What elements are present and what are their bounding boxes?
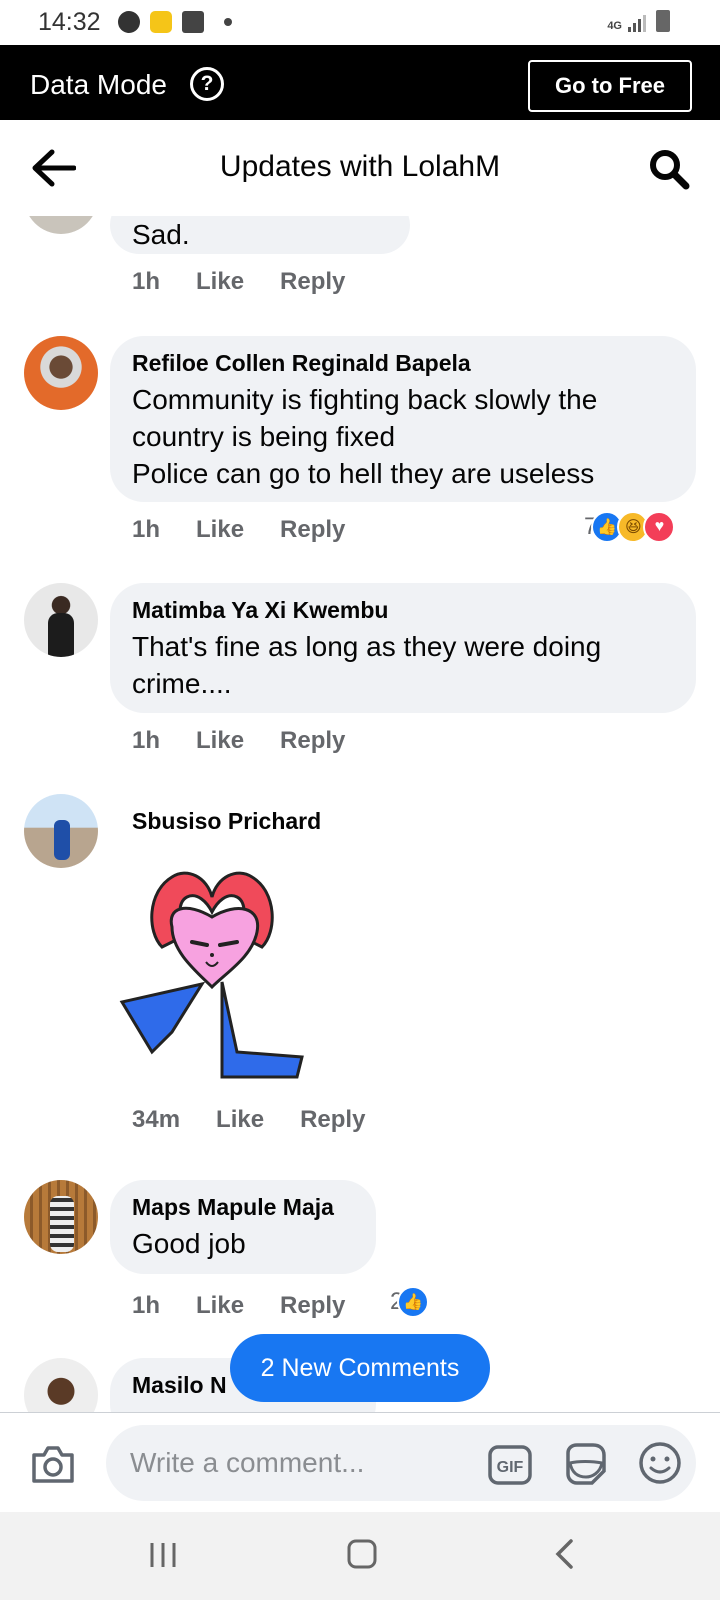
like-icon: 👍 xyxy=(397,1286,430,1318)
system-nav-bar xyxy=(0,1512,720,1600)
data-mode-title: Data Mode xyxy=(30,69,167,100)
comment-author[interactable]: Matimba Ya Xi Kwembu xyxy=(132,597,674,624)
data-mode-bar: Data Mode ? Go to Free xyxy=(0,45,720,120)
comment-author[interactable]: Sbusiso Prichard xyxy=(132,808,321,835)
avatar[interactable] xyxy=(24,216,98,234)
comment-actions: 34m Like Reply xyxy=(132,1106,365,1134)
page-title: Updates with LolahM xyxy=(219,150,501,183)
gif-icon[interactable]: GIF xyxy=(488,1445,532,1485)
notification-icons xyxy=(118,11,232,33)
avatar[interactable] xyxy=(24,1180,98,1254)
reply-button[interactable]: Reply xyxy=(280,516,345,544)
like-button[interactable]: Like xyxy=(196,727,244,755)
comment-author[interactable]: Maps Mapule Maja xyxy=(132,1194,354,1221)
comment-author[interactable]: Refiloe Collen Reginald Bapela xyxy=(132,350,674,377)
comment-time: 1h xyxy=(132,268,161,295)
like-button[interactable]: Like xyxy=(196,1292,244,1320)
reply-button[interactable]: Reply xyxy=(300,1106,365,1134)
comment-text: That's fine as long as they were doing c… xyxy=(132,631,602,699)
reply-button[interactable]: Reply xyxy=(280,1292,345,1320)
camera-icon[interactable] xyxy=(30,1443,76,1485)
comment-actions: 1h Like Reply xyxy=(132,1292,345,1320)
signal-icon xyxy=(628,12,646,32)
avatar[interactable] xyxy=(24,336,98,410)
comment-bubble: Sad. xyxy=(110,216,410,254)
home-icon[interactable] xyxy=(346,1538,378,1570)
app-notification-icon xyxy=(118,11,140,33)
comment-time: 1h xyxy=(132,516,161,543)
status-bar: 14:32 4G xyxy=(0,0,720,45)
nav-back-icon[interactable] xyxy=(553,1538,577,1570)
gif-label: GIF xyxy=(497,1459,524,1476)
comment-bubble: Maps Mapule Maja Good job xyxy=(110,1180,376,1274)
status-time: 14:32 xyxy=(38,8,101,36)
help-icon[interactable]: ? xyxy=(190,67,224,101)
comment-time: 1h xyxy=(132,1292,161,1319)
avatar[interactable] xyxy=(24,794,98,868)
more-notifications-icon xyxy=(224,18,232,26)
sticker-icon[interactable] xyxy=(562,1441,608,1487)
comment-bubble: Matimba Ya Xi Kwembu That's fine as long… xyxy=(110,583,696,713)
page-header: Updates with LolahM xyxy=(0,120,720,216)
comment-text: Community is fighting back slowly the co… xyxy=(132,384,598,489)
search-icon[interactable] xyxy=(648,148,690,190)
reaction-summary[interactable]: 2 👍 xyxy=(390,1286,430,1318)
reply-button[interactable]: Reply xyxy=(280,268,345,296)
app-notification-icon xyxy=(150,11,172,33)
comment-composer: GIF xyxy=(0,1412,720,1512)
avatar[interactable] xyxy=(24,1358,98,1412)
comment-time: 1h xyxy=(132,727,161,754)
comment-bubble: Refiloe Collen Reginald Bapela Community… xyxy=(110,336,696,502)
emoji-icon[interactable] xyxy=(638,1441,682,1485)
like-button[interactable]: Like xyxy=(196,268,244,296)
love-icon: ♥ xyxy=(643,511,676,543)
heart-character-sticker[interactable] xyxy=(112,852,322,1082)
like-button[interactable]: Like xyxy=(196,516,244,544)
comment-text: Good job xyxy=(132,1228,246,1259)
recent-apps-icon[interactable] xyxy=(148,1540,178,1570)
comment-actions: 1h Like Reply xyxy=(132,727,345,755)
comments-list[interactable]: Sad. 1h Like Reply Refiloe Collen Regina… xyxy=(0,216,720,1412)
system-status: 4G xyxy=(607,10,670,32)
new-comments-button[interactable]: 2 New Comments xyxy=(230,1334,490,1402)
comment-time: 34m xyxy=(132,1106,181,1133)
battery-icon xyxy=(656,10,670,32)
like-button[interactable]: Like xyxy=(216,1106,264,1134)
comment-actions: 1h Like Reply xyxy=(132,516,345,544)
image-notification-icon xyxy=(182,11,204,33)
go-to-free-button[interactable]: Go to Free xyxy=(528,60,692,112)
reply-button[interactable]: Reply xyxy=(280,727,345,755)
comment-actions: 1h Like Reply xyxy=(132,268,345,296)
avatar[interactable] xyxy=(24,583,98,657)
network-type: 4G xyxy=(607,20,622,32)
comment-text: Sad. xyxy=(132,219,190,250)
reaction-summary[interactable]: 7 👍 😆 ♥ xyxy=(584,511,676,543)
